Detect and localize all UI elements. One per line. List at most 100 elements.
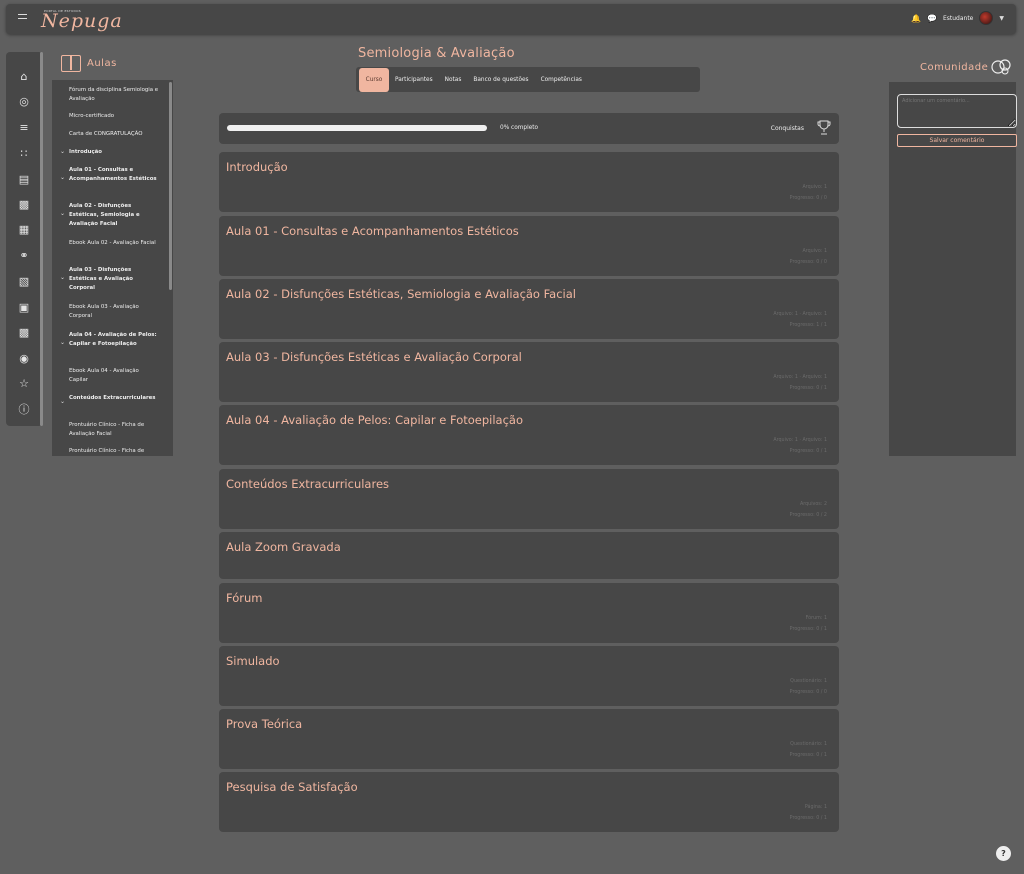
aulas-item[interactable]: Introdução [69, 148, 159, 157]
section-card[interactable]: Conteúdos Extracurriculares Arquivos: 2 … [219, 469, 839, 529]
aulas-item[interactable]: Carta de CONGRATULAÇÃO [69, 130, 159, 139]
chevron-down-icon[interactable]: ⌄ [60, 398, 65, 405]
section-meta: Arquivo: 1 · Arquivo: 1 [773, 438, 827, 443]
section-title[interactable]: Conteúdos Extracurriculares [226, 477, 389, 491]
chevron-down-icon[interactable]: ⌄ [60, 210, 65, 217]
section-progress: Progresso: 0 / 1 [789, 386, 827, 391]
achievements-link[interactable]: Conquistas [771, 125, 804, 132]
star-icon[interactable]: ☆ [17, 376, 31, 390]
book-icon [61, 55, 81, 72]
play-circle-icon[interactable]: ◉ [17, 351, 31, 365]
section-title[interactable]: Fórum [226, 591, 262, 605]
section-card[interactable]: Prova Teórica Questionário: 1 Progresso:… [219, 709, 839, 769]
report-icon[interactable]: ▩ [17, 197, 31, 211]
tab-curso[interactable]: Curso [359, 67, 389, 92]
compass-icon[interactable]: ◎ [17, 94, 31, 108]
section-card[interactable]: Introdução Arquivo: 1 Progresso: 0 / 0 [219, 152, 839, 212]
aulas-item[interactable]: Conteúdos Extracurriculares [69, 394, 159, 403]
comment-input[interactable] [897, 94, 1017, 128]
calendar-icon[interactable]: ▦ [17, 222, 31, 236]
course-tabs: Curso Participantes Notas Banco de quest… [356, 67, 700, 92]
aulas-item[interactable]: Micro-certificado [69, 112, 159, 121]
save-comment-button[interactable]: Salvar comentário [897, 134, 1017, 147]
section-title[interactable]: Simulado [226, 654, 280, 668]
aulas-item[interactable]: Ebook Aula 02 - Avaliação Facial [69, 239, 159, 248]
menu-icon[interactable] [18, 14, 27, 22]
section-card[interactable]: Pesquisa de Satisfação Página: 1 Progres… [219, 772, 839, 832]
progress-text: 0% completo [500, 125, 539, 131]
community-icon [991, 59, 1011, 75]
section-progress: Progresso: 0 / 0 [789, 196, 827, 201]
aulas-item[interactable]: Prontuário Clínico - Ficha de [69, 447, 159, 456]
aulas-item[interactable]: Fórum da disciplina Semiologia e Avaliaç… [69, 86, 159, 104]
section-title[interactable]: Aula 01 - Consultas e Acompanhamentos Es… [226, 224, 519, 238]
top-bar: PORTAL DE ESTUDOS Nepuga 🔔 💬 Estudante ▼ [6, 4, 1016, 34]
section-meta: Questionário: 1 [790, 742, 827, 747]
section-title[interactable]: Introdução [226, 160, 288, 174]
section-card[interactable]: Aula 04 - Avaliação de Pelos: Capilar e … [219, 405, 839, 465]
chart-icon[interactable]: ▧ [17, 274, 31, 288]
chevron-down-icon[interactable]: ⌄ [60, 339, 65, 346]
section-card[interactable]: Aula Zoom Gravada [219, 532, 839, 579]
section-progress: Progresso: 0 / 1 [789, 449, 827, 454]
icon-rail: ⌂ ◎ ≡ ∷ ▤ ▩ ▦ ⚭ ▧ ▣ ▩ ◉ ☆ ⓘ [6, 52, 43, 426]
aulas-item[interactable]: Aula 03 - Disfunções Estéticas e Avaliaç… [69, 266, 159, 293]
section-card[interactable]: Aula 02 - Disfunções Estéticas, Semiolog… [219, 279, 839, 339]
chat-icon[interactable]: ⚭ [17, 248, 31, 262]
section-card[interactable]: Fórum Fórum: 1 Progresso: 0 / 1 [219, 583, 839, 643]
page-title: Semiologia & Avaliação [358, 46, 515, 61]
section-title[interactable]: Aula Zoom Gravada [226, 540, 341, 554]
section-card[interactable]: Simulado Questionário: 1 Progresso: 0 / … [219, 646, 839, 706]
messages-icon[interactable]: 💬 [927, 14, 937, 23]
section-card[interactable]: Aula 03 - Disfunções Estéticas e Avaliaç… [219, 342, 839, 402]
aulas-scrollbar[interactable] [169, 82, 172, 290]
trophy-icon[interactable] [817, 120, 831, 136]
sliders-icon[interactable]: ≡ [17, 120, 31, 134]
chevron-down-icon[interactable]: ⌄ [60, 274, 65, 281]
site-logo[interactable]: Nepuga [41, 12, 123, 31]
section-meta: Arquivo: 1 [802, 249, 827, 254]
book-open-icon[interactable]: ▤ [17, 172, 31, 186]
section-card[interactable]: Aula 01 - Consultas e Acompanhamentos Es… [219, 216, 839, 276]
tab-banco-de-questoes[interactable]: Banco de questões [467, 68, 534, 92]
aulas-header: Aulas [61, 55, 117, 72]
chevron-down-icon[interactable]: ▼ [999, 15, 1004, 22]
section-title[interactable]: Aula 03 - Disfunções Estéticas e Avaliaç… [226, 350, 522, 364]
tab-competencias[interactable]: Competências [535, 68, 588, 92]
section-meta: Página: 1 [804, 805, 827, 810]
aulas-item[interactable]: Ebook Aula 04 - Avaliação Capilar [69, 367, 159, 385]
section-title[interactable]: Aula 04 - Avaliação de Pelos: Capilar e … [226, 413, 523, 427]
progress-bar [227, 125, 487, 131]
section-meta: Questionário: 1 [790, 679, 827, 684]
user-name[interactable]: Estudante [943, 15, 973, 22]
help-button[interactable]: ? [996, 846, 1011, 861]
section-progress: Progresso: 0 / 1 [789, 753, 827, 758]
section-title[interactable]: Prova Teórica [226, 717, 302, 731]
community-panel: Salvar comentário [889, 82, 1017, 456]
chevron-down-icon[interactable]: ⌄ [60, 174, 65, 181]
box-icon[interactable]: ▩ [17, 325, 31, 339]
aulas-nav: Fórum da disciplina Semiologia e Avaliaç… [52, 80, 173, 456]
tab-notas[interactable]: Notas [439, 68, 468, 92]
section-progress: Progresso: 0 / 0 [789, 690, 827, 695]
section-title[interactable]: Pesquisa de Satisfação [226, 780, 358, 794]
grid-icon[interactable]: ∷ [17, 146, 31, 160]
avatar[interactable] [979, 11, 994, 25]
aulas-item[interactable]: Aula 01 - Consultas e Acompanhamentos Es… [69, 166, 159, 184]
info-icon[interactable]: ⓘ [17, 402, 31, 416]
aulas-item[interactable]: Prontuário Clínico - Ficha de Avaliação … [69, 421, 159, 439]
presentation-icon[interactable]: ▣ [17, 300, 31, 314]
section-progress: Progresso: 0 / 0 [789, 260, 827, 265]
community-title: Comunidade [920, 61, 989, 73]
aulas-item[interactable]: Aula 04 - Avaliação de Pelos: Capilar e … [69, 331, 159, 349]
home-icon[interactable]: ⌂ [17, 69, 31, 83]
chevron-down-icon[interactable]: ⌄ [60, 148, 65, 155]
aulas-item[interactable]: Aula 02 - Disfunções Estéticas, Semiolog… [69, 202, 159, 229]
section-title[interactable]: Aula 02 - Disfunções Estéticas, Semiolog… [226, 287, 576, 301]
rail-scrollbar[interactable] [40, 52, 43, 426]
notification-bell-icon[interactable]: 🔔 [911, 14, 921, 23]
tab-participantes[interactable]: Participantes [389, 68, 439, 92]
section-progress: Progresso: 1 / 1 [789, 323, 827, 328]
aulas-item[interactable]: Ebook Aula 03 - Avaliação Corporal [69, 303, 159, 321]
section-meta: Arquivo: 1 [802, 185, 827, 190]
